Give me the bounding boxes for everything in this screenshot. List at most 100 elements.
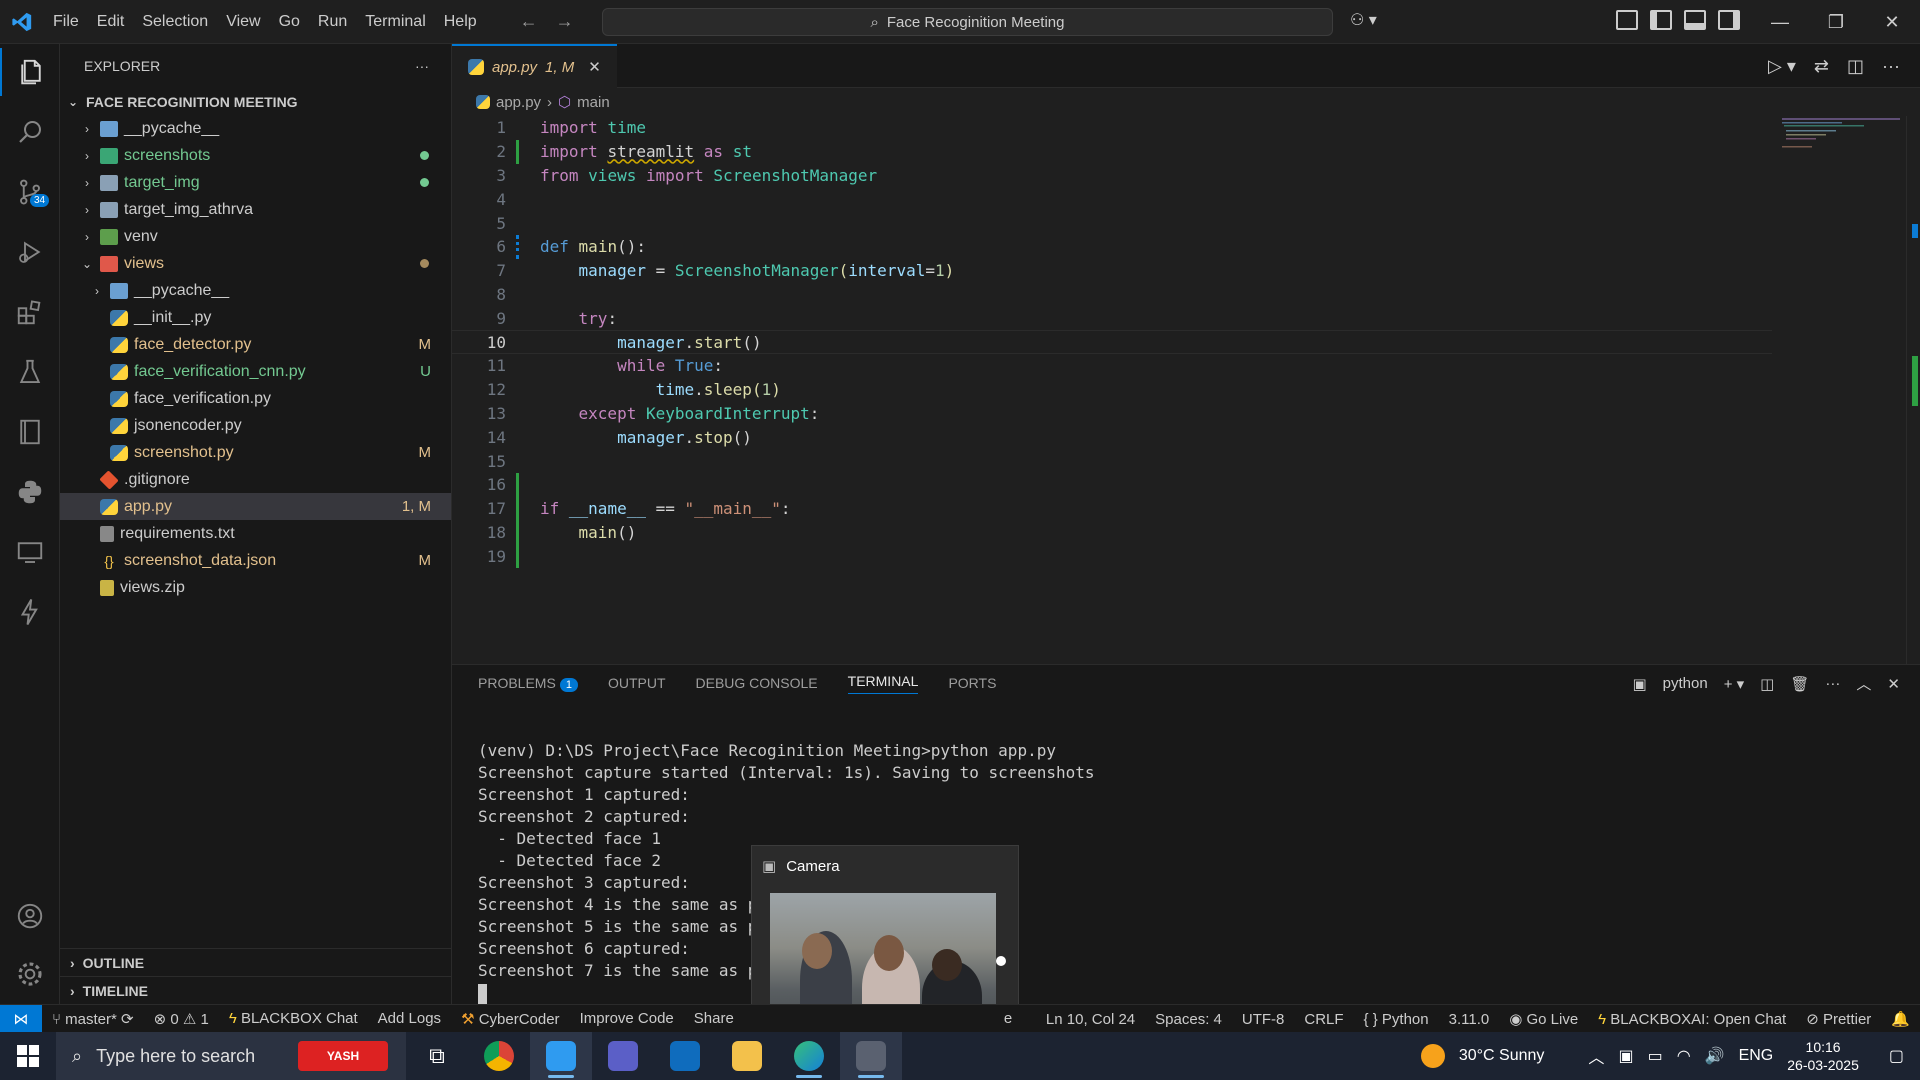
tab-terminal[interactable]: TERMINAL [847, 673, 919, 694]
menu-file[interactable]: File [44, 0, 88, 44]
toggle-sidebar-icon[interactable] [1650, 10, 1672, 30]
split-terminal-icon[interactable]: ◫ [1760, 675, 1774, 693]
weather-text[interactable]: 30°C Sunny [1459, 1047, 1545, 1065]
cybercoder-item[interactable]: ⚒ CyberCoder [451, 1010, 570, 1028]
tree-folder-views-pycache[interactable]: › __pycache__ [60, 277, 451, 304]
testing-icon[interactable] [0, 348, 60, 396]
meet-icon[interactable]: ▣ [1618, 1046, 1633, 1066]
forward-arrow-icon[interactable]: → [556, 11, 574, 32]
camera-scroll-handle[interactable] [996, 956, 1006, 966]
notifications-icon[interactable]: ▢ [1889, 1046, 1904, 1066]
chrome-icon[interactable] [468, 1032, 530, 1080]
explorer-icon[interactable] [0, 48, 60, 96]
minimap[interactable] [1780, 116, 1900, 156]
menu-run[interactable]: Run [309, 0, 356, 44]
tree-file-face-verification-cnn[interactable]: face_verification_cnn.py U [60, 358, 451, 385]
tree-file-screenshot-data[interactable]: {} screenshot_data.json M [60, 547, 451, 574]
tree-folder-pycache[interactable]: › __pycache__ [60, 115, 451, 142]
maximize-panel-icon[interactable]: ︿ [1856, 673, 1871, 694]
tree-file-face-verification[interactable]: face_verification.py [60, 385, 451, 412]
new-terminal-icon[interactable]: + ▾ [1724, 675, 1744, 693]
tab-problems[interactable]: PROBLEMS 1 [478, 675, 578, 692]
menu-go[interactable]: Go [270, 0, 309, 44]
add-logs-item[interactable]: Add Logs [368, 1010, 451, 1027]
remote-indicator-icon[interactable]: ⋈ [0, 1004, 42, 1033]
tab-ports[interactable]: PORTS [948, 675, 996, 691]
tree-file-requirements[interactable]: requirements.txt [60, 520, 451, 547]
indentation[interactable]: Spaces: 4 [1145, 1011, 1232, 1028]
search-activity-icon[interactable] [0, 108, 60, 156]
breadcrumb-symbol[interactable]: main [577, 94, 610, 111]
taskbar-search[interactable]: ⌕ Type here to search YASH [56, 1032, 406, 1080]
encoding[interactable]: UTF-8 [1232, 1011, 1295, 1028]
cursor-position[interactable]: Ln 10, Col 24 [1036, 1011, 1145, 1028]
vscode-taskbar-icon[interactable] [530, 1032, 592, 1080]
blackbox-bolt-icon[interactable] [0, 588, 60, 636]
settings-gear-icon[interactable] [0, 950, 60, 998]
outlook-icon[interactable] [654, 1032, 716, 1080]
extensions-icon[interactable] [0, 288, 60, 336]
wifi-icon[interactable]: ◠ [1677, 1046, 1691, 1066]
tree-folder-views[interactable]: ⌄ views [60, 250, 451, 277]
teams-icon[interactable] [592, 1032, 654, 1080]
tree-file-views-zip[interactable]: views.zip [60, 574, 451, 601]
tree-file-gitignore[interactable]: .gitignore [60, 466, 451, 493]
language-indicator[interactable]: ENG [1739, 1047, 1774, 1065]
terminal-shell-name[interactable]: python [1663, 675, 1708, 692]
notifications-bell-icon[interactable]: 🔔 [1881, 1010, 1920, 1028]
breadcrumb-file[interactable]: app.py [496, 94, 541, 111]
tree-folder-venv[interactable]: › venv [60, 223, 451, 250]
run-debug-icon[interactable] [0, 228, 60, 276]
menu-view[interactable]: View [217, 0, 269, 44]
task-view-icon[interactable]: ⧉ [406, 1032, 468, 1080]
remote-explorer-icon[interactable] [0, 528, 60, 576]
share-item[interactable]: Share [684, 1010, 744, 1027]
timeline-section[interactable]: › TIMELINE [60, 976, 451, 1004]
blackbox-chat-item[interactable]: ϟ BLACKBOX Chat [219, 1010, 368, 1027]
more-actions-icon[interactable]: ··· [1825, 675, 1840, 692]
run-file-icon[interactable]: ▷ ▾ [1768, 56, 1796, 77]
problems-indicator[interactable]: ⊗ 0 ⚠ 1 [144, 1010, 219, 1028]
customize-layout-icon[interactable] [1616, 10, 1638, 30]
restore-icon[interactable]: ❐ [1808, 0, 1864, 44]
code-editor[interactable]: 1 import time 2 import streamlit as st 3… [452, 116, 1772, 569]
blackboxai-chat[interactable]: ϟ BLACKBOXAI: Open Chat [1588, 1011, 1796, 1028]
copilot-icon[interactable]: ⚇ ▾ [1350, 10, 1377, 30]
tree-file-init[interactable]: __init__.py [60, 304, 451, 331]
tree-file-face-detector[interactable]: face_detector.py M [60, 331, 451, 358]
outline-section[interactable]: › OUTLINE [60, 948, 451, 976]
tree-folder-target-img[interactable]: › target_img [60, 169, 451, 196]
close-window-icon[interactable]: ✕ [1864, 0, 1920, 44]
notebook-icon[interactable] [0, 408, 60, 456]
go-live[interactable]: ◉ Go Live [1499, 1010, 1588, 1028]
language-mode[interactable]: { } Python [1354, 1011, 1439, 1028]
menu-terminal[interactable]: Terminal [356, 0, 434, 44]
camera-app-icon[interactable] [840, 1032, 902, 1080]
tree-file-app[interactable]: app.py 1, M [60, 493, 451, 520]
windows-start-icon[interactable] [0, 1032, 56, 1080]
line-ending[interactable]: CRLF [1294, 1011, 1353, 1028]
chevron-up-icon[interactable]: ︿ [1588, 1044, 1604, 1068]
clock[interactable]: 10:16 26-03-2025 [1787, 1038, 1859, 1074]
kill-terminal-icon[interactable]: 🗑 [1790, 675, 1809, 693]
split-editor-icon[interactable]: ◫ [1847, 56, 1864, 77]
volume-icon[interactable]: 🔊 [1705, 1046, 1725, 1066]
python-version[interactable]: 3.11.0 [1439, 1011, 1500, 1028]
command-center-search[interactable]: ⌕ Face Recoginition Meeting [602, 8, 1333, 36]
more-actions-icon[interactable]: ··· [415, 58, 429, 74]
tree-file-jsonencoder[interactable]: jsonencoder.py [60, 412, 451, 439]
python-icon[interactable] [0, 468, 60, 516]
tab-debug-console[interactable]: DEBUG CONSOLE [696, 675, 818, 691]
tree-folder-target-img-athrva[interactable]: › target_img_athrva [60, 196, 451, 223]
tab-output[interactable]: OUTPUT [608, 675, 666, 691]
tree-folder-screenshots[interactable]: › screenshots [60, 142, 451, 169]
workspace-root[interactable]: ⌄ FACE RECOGINITION MEETING [60, 88, 451, 115]
minimize-icon[interactable]: — [1752, 0, 1808, 44]
compare-changes-icon[interactable]: ⇄ [1814, 56, 1829, 77]
source-control-icon[interactable]: 34 [0, 168, 60, 216]
prettier[interactable]: ⊘ Prettier [1796, 1010, 1881, 1028]
accounts-icon[interactable] [0, 892, 60, 940]
tree-file-screenshot[interactable]: screenshot.py M [60, 439, 451, 466]
close-tab-icon[interactable]: ✕ [588, 58, 601, 76]
branch-indicator[interactable]: ⑂ master* ⟳ [42, 1010, 144, 1028]
